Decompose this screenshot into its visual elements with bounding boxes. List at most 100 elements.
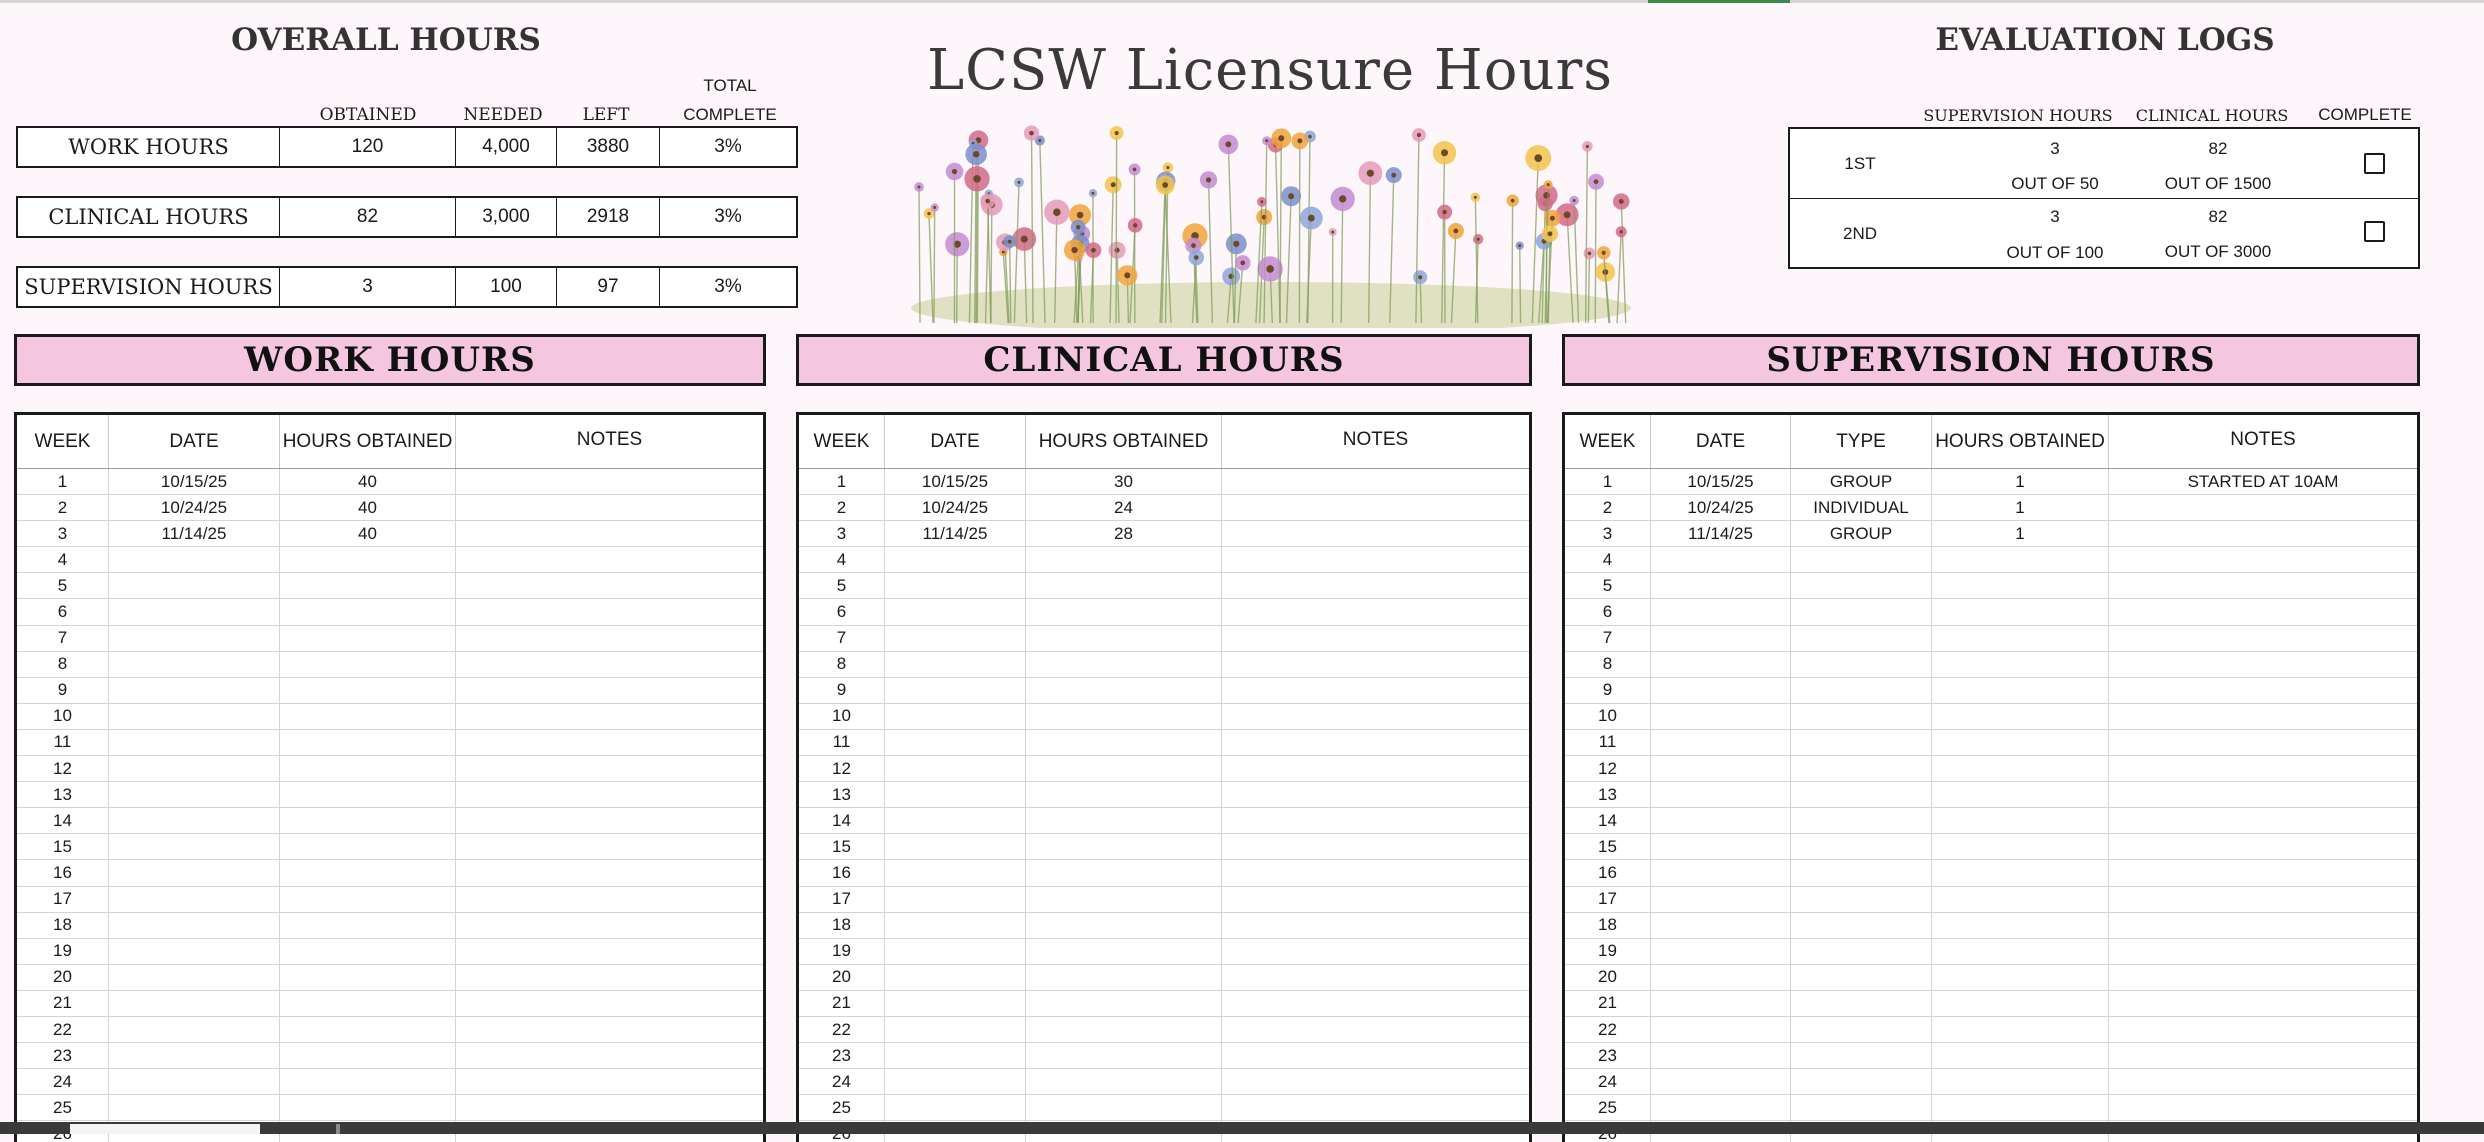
cell-date[interactable] (1651, 573, 1791, 598)
cell-week[interactable]: 5 (1565, 573, 1651, 598)
cell-date[interactable] (109, 756, 280, 781)
cell-hours[interactable] (280, 730, 456, 755)
cell-week[interactable]: 3 (17, 521, 109, 546)
cell-hours[interactable] (280, 887, 456, 912)
cell-week[interactable]: 3 (1565, 521, 1651, 546)
cell-date[interactable] (885, 1069, 1026, 1094)
cell-notes[interactable] (1222, 860, 1529, 885)
cell-week[interactable]: 18 (1565, 913, 1651, 938)
cell-notes[interactable] (2109, 573, 2417, 598)
cell-notes[interactable] (2109, 547, 2417, 572)
cell-week[interactable]: 4 (1565, 547, 1651, 572)
cell-date[interactable] (1651, 1017, 1791, 1042)
cell-week[interactable]: 19 (1565, 939, 1651, 964)
cell-date[interactable] (109, 730, 280, 755)
eval-complete-checkbox[interactable] (2364, 153, 2385, 174)
cell-hours[interactable] (1932, 547, 2109, 572)
cell-notes[interactable] (2109, 495, 2417, 520)
cell-date[interactable]: 11/14/25 (1651, 521, 1791, 546)
cell-date[interactable] (885, 939, 1026, 964)
column-header-week[interactable]: WEEK (1565, 415, 1651, 468)
cell-notes[interactable] (1222, 991, 1529, 1016)
cell-hours[interactable] (1932, 834, 2109, 859)
cell-date[interactable] (1651, 547, 1791, 572)
cell-date[interactable] (885, 756, 1026, 781)
cell-week[interactable]: 15 (17, 834, 109, 859)
cell-notes[interactable] (1222, 1017, 1529, 1042)
cell-week[interactable]: 16 (17, 860, 109, 885)
cell-date[interactable]: 10/15/25 (109, 469, 280, 494)
cell-week[interactable]: 15 (1565, 834, 1651, 859)
cell-hours[interactable] (1932, 991, 2109, 1016)
column-header-week[interactable]: WEEK (799, 415, 885, 468)
cell-week[interactable]: 6 (1565, 599, 1651, 624)
cell-hours[interactable] (1932, 756, 2109, 781)
cell-notes[interactable] (456, 704, 763, 729)
cell-hours[interactable] (280, 1017, 456, 1042)
cell-notes[interactable] (1222, 730, 1529, 755)
cell-hours[interactable] (1026, 547, 1222, 572)
cell-notes[interactable] (2109, 808, 2417, 833)
cell-week[interactable]: 25 (17, 1095, 109, 1120)
cell-date[interactable] (885, 782, 1026, 807)
cell-type[interactable] (1791, 913, 1932, 938)
cell-date[interactable] (109, 965, 280, 990)
overall-left-cell[interactable]: 97 (557, 268, 660, 306)
cell-week[interactable]: 9 (1565, 678, 1651, 703)
cell-date[interactable] (885, 652, 1026, 677)
cell-notes[interactable] (2109, 782, 2417, 807)
column-header-date[interactable]: DATE (109, 415, 280, 468)
cell-week[interactable]: 13 (1565, 782, 1651, 807)
cell-notes[interactable] (1222, 887, 1529, 912)
cell-week[interactable]: 16 (799, 860, 885, 885)
cell-notes[interactable] (456, 965, 763, 990)
cell-hours[interactable] (280, 652, 456, 677)
cell-hours[interactable] (1026, 756, 1222, 781)
cell-type[interactable] (1791, 1043, 1932, 1068)
column-header-week[interactable]: WEEK (17, 415, 109, 468)
cell-date[interactable] (1651, 652, 1791, 677)
cell-hours[interactable] (1026, 939, 1222, 964)
cell-notes[interactable] (456, 756, 763, 781)
cell-week[interactable]: 11 (17, 730, 109, 755)
cell-type[interactable] (1791, 1017, 1932, 1042)
cell-notes[interactable] (456, 469, 763, 494)
cell-hours[interactable] (1932, 965, 2109, 990)
cell-notes[interactable] (2109, 991, 2417, 1016)
cell-date[interactable] (109, 626, 280, 651)
cell-hours[interactable] (280, 782, 456, 807)
cell-week[interactable]: 6 (799, 599, 885, 624)
cell-notes[interactable] (1222, 495, 1529, 520)
cell-week[interactable]: 2 (799, 495, 885, 520)
cell-hours[interactable] (280, 834, 456, 859)
cell-week[interactable]: 6 (17, 599, 109, 624)
cell-notes[interactable] (1222, 1095, 1529, 1120)
column-header-notes[interactable]: NOTES (456, 415, 763, 468)
cell-notes[interactable] (456, 913, 763, 938)
cell-hours[interactable] (1026, 1069, 1222, 1094)
cell-week[interactable]: 18 (17, 913, 109, 938)
cell-notes[interactable] (456, 782, 763, 807)
cell-notes[interactable] (1222, 652, 1529, 677)
overall-needed-cell[interactable]: 100 (456, 268, 557, 306)
overall-complete-cell[interactable]: 3% (660, 268, 796, 306)
cell-week[interactable]: 14 (17, 808, 109, 833)
cell-hours[interactable] (1932, 808, 2109, 833)
column-header-notes[interactable]: NOTES (2109, 415, 2417, 468)
cell-hours[interactable]: 1 (1932, 521, 2109, 546)
cell-hours[interactable] (280, 626, 456, 651)
cell-week[interactable]: 7 (799, 626, 885, 651)
overall-left-cell[interactable]: 3880 (557, 128, 660, 166)
cell-week[interactable]: 17 (1565, 887, 1651, 912)
cell-hours[interactable] (1026, 782, 1222, 807)
cell-hours[interactable]: 1 (1932, 469, 2109, 494)
cell-week[interactable]: 12 (17, 756, 109, 781)
cell-hours[interactable] (1026, 1043, 1222, 1068)
cell-notes[interactable] (456, 834, 763, 859)
cell-week[interactable]: 13 (17, 782, 109, 807)
cell-type[interactable] (1791, 652, 1932, 677)
cell-hours[interactable]: 1 (1932, 495, 2109, 520)
overall-needed-cell[interactable]: 3,000 (456, 198, 557, 236)
cell-type[interactable] (1791, 704, 1932, 729)
cell-week[interactable]: 24 (1565, 1069, 1651, 1094)
